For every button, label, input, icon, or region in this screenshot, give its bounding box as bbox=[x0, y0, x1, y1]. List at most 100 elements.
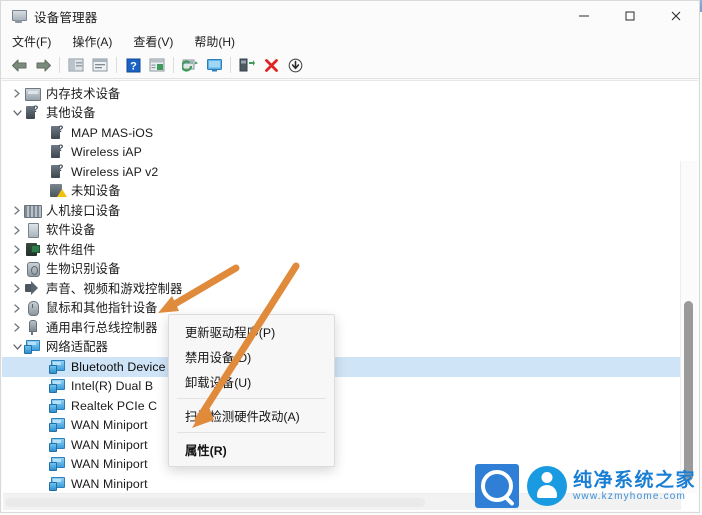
network-adapter-icon bbox=[49, 398, 66, 414]
network-adapter-icon bbox=[24, 339, 41, 355]
tree-item-sound-video-game-controllers[interactable]: 声音、视频和游戏控制器 bbox=[2, 279, 681, 299]
chevron-down-icon[interactable] bbox=[10, 104, 24, 123]
device-manager-window: 设备管理器 文件(F) 操作(A) 查看(V) 帮助(H) ? 内存技术设备 ?… bbox=[0, 0, 700, 513]
view-details-button[interactable] bbox=[145, 54, 169, 76]
forward-arrow-icon bbox=[36, 59, 51, 71]
tree-item-biometric-devices[interactable]: 生物识别设备 bbox=[2, 260, 681, 280]
chevron-right-icon[interactable] bbox=[10, 318, 24, 337]
tree-item-software-components[interactable]: 软件组件 bbox=[2, 240, 681, 260]
toolbar-separator-1 bbox=[59, 57, 60, 73]
context-properties[interactable]: 属性(R) bbox=[169, 437, 334, 462]
scan-monitor-icon bbox=[206, 58, 222, 71]
tree-item-intel-dual-band[interactable]: Intel(R) Dual B bbox=[2, 377, 681, 397]
unknown-device-icon bbox=[24, 104, 41, 121]
network-adapter-icon bbox=[49, 417, 66, 433]
back-button[interactable] bbox=[7, 54, 31, 76]
chevron-right-icon[interactable] bbox=[10, 240, 24, 259]
watermark-brand: 纯净系统之家 bbox=[572, 469, 696, 491]
tree-item-label: Wireless iAP v2 bbox=[71, 164, 159, 179]
menu-action[interactable]: 操作(A) bbox=[70, 32, 114, 51]
context-update-driver[interactable]: 更新驱动程序(P) bbox=[169, 319, 334, 344]
window-controls bbox=[561, 1, 699, 31]
help-button[interactable]: ? bbox=[121, 54, 145, 76]
chevron-right-icon[interactable] bbox=[10, 299, 24, 318]
chevron-down-icon[interactable] bbox=[10, 338, 24, 357]
tree-item-label: Realtek PCIe C bbox=[71, 398, 158, 413]
horizontal-scrollbar-thumb[interactable] bbox=[5, 498, 425, 507]
window-title: 设备管理器 bbox=[34, 10, 98, 25]
unknown-device-icon bbox=[49, 124, 66, 141]
tree-item-usb-controllers[interactable]: 通用串行总线控制器 bbox=[2, 318, 681, 338]
device-manager-icon bbox=[11, 8, 27, 24]
tree-item-label: MAP MAS-iOS bbox=[71, 125, 154, 140]
close-button[interactable] bbox=[653, 1, 699, 31]
tree-item-label: 软件设备 bbox=[46, 223, 96, 238]
menu-help[interactable]: 帮助(H) bbox=[192, 32, 237, 51]
device-tree-viewport[interactable]: 内存技术设备其他设备 MAP MAS-iOS Wireless iAP Wireles… bbox=[2, 81, 681, 494]
tree-item-software-devices[interactable]: 软件设备 bbox=[2, 221, 681, 241]
show-hide-console-tree-button[interactable] bbox=[64, 54, 88, 76]
unknown-device-icon bbox=[49, 163, 66, 180]
chevron-right-icon[interactable] bbox=[10, 221, 24, 240]
tree-item-map-mas-ios[interactable]: MAP MAS-iOS bbox=[2, 123, 681, 143]
title-bar: 设备管理器 bbox=[1, 1, 699, 31]
chevron-right-icon[interactable] bbox=[10, 279, 24, 298]
context-uninstall-device[interactable]: 卸载设备(U) bbox=[169, 369, 334, 394]
toolbar-separator-4 bbox=[230, 57, 231, 73]
chevron-right-icon[interactable] bbox=[10, 260, 24, 279]
person-logo-icon bbox=[526, 466, 567, 506]
vertical-scrollbar[interactable] bbox=[680, 161, 697, 493]
mouse-icon bbox=[24, 300, 41, 317]
screenshot-root: 设备管理器 文件(F) 操作(A) 查看(V) 帮助(H) ? 内存技术设备 ?… bbox=[0, 0, 702, 515]
device-tree: 内存技术设备其他设备 MAP MAS-iOS Wireless iAP Wireles… bbox=[2, 84, 681, 494]
context-menu[interactable]: 更新驱动程序(P) 禁用设备(D) 卸载设备(U) 扫描检测硬件改动(A) 属性(R) bbox=[168, 314, 335, 467]
tree-item-mice-and-pointing-devices[interactable]: 鼠标和其他指针设备 bbox=[2, 299, 681, 319]
context-disable-device[interactable]: 禁用设备(D) bbox=[169, 344, 334, 369]
usb-icon bbox=[24, 319, 41, 336]
tree-item-network-adapters[interactable]: 网络适配器 bbox=[2, 338, 681, 358]
properties-button[interactable] bbox=[88, 54, 112, 76]
tree-item-wireless-iap[interactable]: Wireless iAP bbox=[2, 143, 681, 163]
tree-item-wan-miniport-2[interactable]: WAN Miniport bbox=[2, 435, 681, 455]
network-adapter-icon bbox=[49, 378, 66, 394]
tree-item-realtek-pcie[interactable]: Realtek PCIe C bbox=[2, 396, 681, 416]
tree-item-hid[interactable]: 人机接口设备 bbox=[2, 201, 681, 221]
enable-device-button[interactable] bbox=[235, 54, 259, 76]
tree-item-unknown-device[interactable]: 未知设备 bbox=[2, 182, 681, 202]
menu-view[interactable]: 查看(V) bbox=[131, 32, 175, 51]
toolbar-separator-3 bbox=[173, 57, 174, 73]
tree-item-label: 内存技术设备 bbox=[46, 86, 121, 101]
sound-icon bbox=[24, 280, 41, 297]
tree-item-label: 未知设备 bbox=[71, 184, 121, 199]
context-menu-separator bbox=[177, 398, 326, 399]
vertical-scrollbar-thumb[interactable] bbox=[684, 301, 693, 481]
tree-item-memory-tech-devices[interactable]: 内存技术设备 bbox=[2, 84, 681, 104]
chevron-right-icon[interactable] bbox=[10, 84, 24, 103]
uninstall-device-button[interactable] bbox=[259, 54, 283, 76]
tree-item-label: Wireless iAP bbox=[71, 145, 142, 160]
forward-button[interactable] bbox=[31, 54, 55, 76]
minimize-button[interactable] bbox=[561, 1, 607, 31]
network-adapter-icon bbox=[49, 437, 66, 453]
maximize-button[interactable] bbox=[607, 1, 653, 31]
warning-device-icon bbox=[49, 183, 67, 199]
scan-hardware-changes-button[interactable] bbox=[202, 54, 226, 76]
network-adapter-icon bbox=[49, 359, 66, 375]
search-glass-logo-icon bbox=[474, 464, 519, 508]
update-driver-icon bbox=[181, 59, 198, 72]
tree-item-other-devices[interactable]: 其他设备 bbox=[2, 104, 681, 124]
menu-file[interactable]: 文件(F) bbox=[10, 32, 53, 51]
tree-item-label: 软件组件 bbox=[46, 242, 96, 257]
memory-chip-icon bbox=[24, 86, 41, 102]
disable-device-button[interactable] bbox=[283, 54, 307, 76]
chevron-right-icon[interactable] bbox=[10, 201, 24, 220]
help-question-icon: ? bbox=[126, 58, 140, 72]
update-driver-button[interactable] bbox=[178, 54, 202, 76]
tree-item-label: 鼠标和其他指针设备 bbox=[46, 301, 158, 316]
tree-item-bluetooth-device-pan[interactable]: Bluetooth Device (Personal Area Network) bbox=[2, 357, 681, 377]
context-scan-hardware-changes[interactable]: 扫描检测硬件改动(A) bbox=[169, 403, 334, 428]
tree-item-label: WAN Miniport bbox=[71, 418, 148, 433]
tree-item-wan-miniport-1[interactable]: WAN Miniport bbox=[2, 416, 681, 436]
tree-item-label: 其他设备 bbox=[46, 106, 96, 121]
tree-item-wireless-iap-v2[interactable]: Wireless iAP v2 bbox=[2, 162, 681, 182]
